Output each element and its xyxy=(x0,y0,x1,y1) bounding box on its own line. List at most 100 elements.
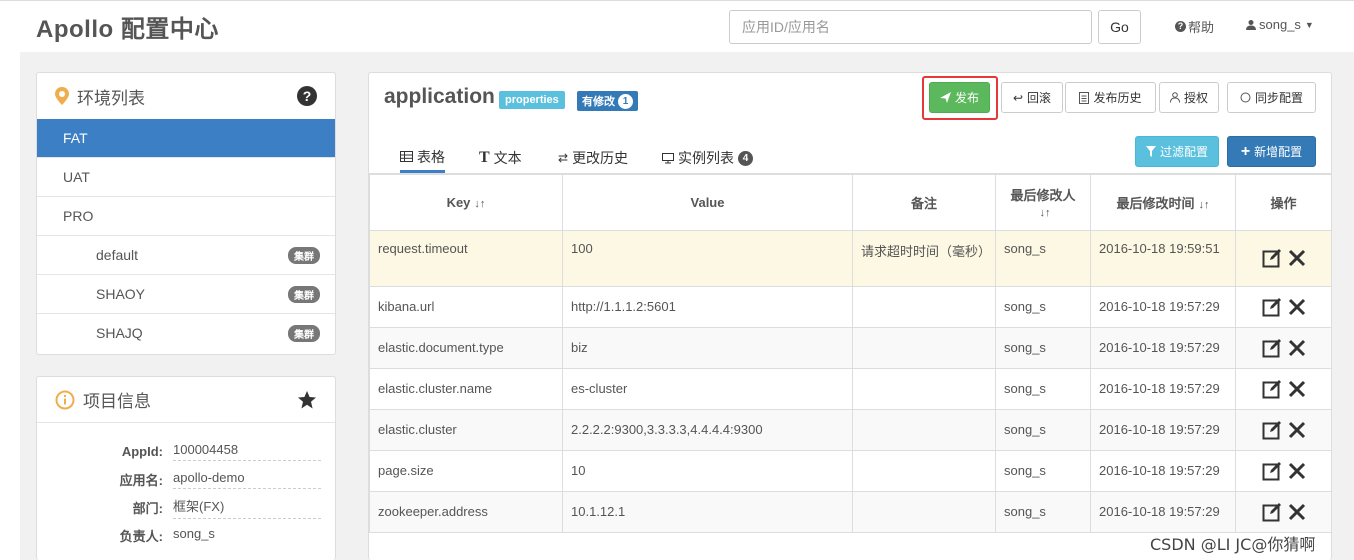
tab-instances[interactable]: 实例列表 4 xyxy=(662,143,753,173)
delete-icon[interactable] xyxy=(1288,298,1306,316)
caret-down-icon: ▼ xyxy=(1304,19,1314,30)
release-history-button[interactable]: 发布历史 xyxy=(1065,82,1156,113)
info-value: 框架(FX) xyxy=(173,496,321,519)
cluster-badge: 集群 xyxy=(288,324,320,342)
add-config-button[interactable]: + 新增配置 xyxy=(1227,136,1316,167)
tab-text[interactable]: T 文本 xyxy=(479,143,522,173)
env-item-pro[interactable]: PRO xyxy=(37,196,335,235)
modified-count-badge: 1 xyxy=(618,93,633,109)
cluster-item-shaoy[interactable]: SHAOY 集群 xyxy=(37,274,335,313)
tab-text-label: 文本 xyxy=(493,150,522,166)
edit-icon[interactable] xyxy=(1262,379,1282,399)
cell-actions xyxy=(1235,449,1332,492)
rollback-label: 回滚 xyxy=(1027,91,1052,105)
app-search-input[interactable] xyxy=(729,10,1092,44)
edit-icon[interactable] xyxy=(1262,461,1282,481)
publish-label: 发布 xyxy=(954,91,979,105)
edit-icon[interactable] xyxy=(1262,502,1282,522)
column-header-key[interactable]: Key ↓↑ xyxy=(369,173,563,231)
info-row-appname: 应用名: apollo-demo xyxy=(37,465,337,493)
tab-change-history[interactable]: ⇄ 更改历史 xyxy=(558,143,628,173)
table-icon xyxy=(400,151,413,162)
user-name: song_s xyxy=(1259,17,1301,32)
cluster-item-default[interactable]: default 集群 xyxy=(37,235,335,274)
cell-key: elastic.document.type xyxy=(369,326,563,369)
env-item-uat[interactable]: UAT xyxy=(37,157,335,196)
info-value: apollo-demo xyxy=(173,470,321,489)
delete-icon[interactable] xyxy=(1288,503,1306,521)
delete-icon[interactable] xyxy=(1288,249,1306,267)
delete-icon[interactable] xyxy=(1288,380,1306,398)
star-icon[interactable] xyxy=(297,390,317,410)
help-link[interactable]: ? 帮助 xyxy=(1175,17,1214,36)
cell-key: page.size xyxy=(369,449,563,492)
user-menu[interactable]: song_s ▼ xyxy=(1245,17,1314,32)
filter-icon xyxy=(1145,146,1156,157)
monitor-icon xyxy=(662,152,674,163)
authorize-button[interactable]: 授权 xyxy=(1159,82,1219,113)
cell-key: zookeeper.address xyxy=(369,490,563,533)
cell-comment xyxy=(852,326,996,369)
column-header-actions: 操作 xyxy=(1235,173,1332,231)
config-table: Key ↓↑ Value 备注 最后修改人 ↓↑ 最后修改时间 ↓↑ 操作 reque… xyxy=(369,173,1332,533)
column-header-modifier[interactable]: 最后修改人 ↓↑ xyxy=(995,173,1091,231)
cell-key: elastic.cluster xyxy=(369,408,563,451)
namespace-panel: application properties 有修改 1 发布 ↩ 回滚 发布历… xyxy=(368,72,1332,560)
edit-icon[interactable] xyxy=(1262,338,1282,358)
publish-button[interactable]: 发布 xyxy=(929,82,990,113)
info-label: 部门: xyxy=(132,500,163,516)
cell-key: request.timeout xyxy=(369,229,563,287)
env-item-fat[interactable]: FAT xyxy=(37,119,335,157)
info-value: song_s xyxy=(173,526,215,541)
cluster-badge: 集群 xyxy=(288,285,320,303)
cluster-item-shajq[interactable]: SHAJQ 集群 xyxy=(37,313,335,352)
refresh-icon xyxy=(1240,92,1251,103)
edit-icon[interactable] xyxy=(1262,248,1282,268)
app-logo[interactable]: Apollo 配置中心 xyxy=(36,9,219,44)
person-icon xyxy=(1169,92,1180,103)
delete-icon[interactable] xyxy=(1288,339,1306,357)
format-label: properties xyxy=(499,91,565,109)
table-row: elastic.cluster.name es-cluster song_s 2016… xyxy=(369,367,1332,410)
delete-icon[interactable] xyxy=(1288,421,1306,439)
info-row-appid: AppId: 100004458 xyxy=(37,437,337,465)
sync-config-button[interactable]: 同步配置 xyxy=(1227,82,1316,113)
cell-comment xyxy=(852,408,996,451)
edit-icon[interactable] xyxy=(1262,297,1282,317)
cell-value: es-cluster xyxy=(562,367,853,410)
cell-modifier: song_s xyxy=(995,490,1091,533)
column-header-time[interactable]: 最后修改时间 ↓↑ xyxy=(1090,173,1236,231)
map-marker-icon xyxy=(55,87,69,105)
cell-time: 2016-10-18 19:57:29 xyxy=(1090,490,1236,533)
tab-change-history-label: 更改历史 xyxy=(572,150,629,166)
edit-icon[interactable] xyxy=(1262,420,1282,440)
cell-value: 2.2.2.2:9300,3.3.3.3,4.4.4.4:9300 xyxy=(562,408,853,451)
authorize-label: 授权 xyxy=(1183,91,1208,105)
delete-icon[interactable] xyxy=(1288,462,1306,480)
top-navbar: Apollo 配置中心 Go ? 帮助 song_s ▼ xyxy=(0,0,1354,50)
tab-table[interactable]: 表格 xyxy=(400,143,445,173)
cell-modifier: song_s xyxy=(995,326,1091,369)
cell-comment xyxy=(852,490,996,533)
info-label: 应用名: xyxy=(119,472,163,488)
rollback-button[interactable]: ↩ 回滚 xyxy=(1001,82,1063,113)
watermark: CSDN @LI JC@你猜啊 xyxy=(1150,535,1316,554)
sort-icon: ↓↑ xyxy=(1039,207,1051,220)
table-row: elastic.document.type biz song_s 2016-10-18… xyxy=(369,326,1332,369)
cluster-name: SHAJQ xyxy=(96,325,143,341)
info-row-owner: 负责人: song_s xyxy=(37,521,337,549)
env-list-header: 环境列表 ? xyxy=(37,73,335,119)
cell-modifier: song_s xyxy=(995,367,1091,410)
cell-actions xyxy=(1235,490,1332,533)
project-info-panel: 项目信息 AppId: 100004458 应用名: apollo-demo 部… xyxy=(36,376,336,560)
help-circle-icon[interactable]: ? xyxy=(297,86,317,106)
column-header-comment: 备注 xyxy=(852,173,996,231)
filter-config-button[interactable]: 过滤配置 xyxy=(1135,136,1219,167)
namespace-title: application xyxy=(384,85,495,108)
go-button[interactable]: Go xyxy=(1098,10,1141,44)
cell-modifier: song_s xyxy=(995,449,1091,492)
instances-count-badge: 4 xyxy=(738,150,753,166)
info-label: 负责人: xyxy=(119,528,163,544)
project-info-title: 项目信息 xyxy=(83,392,151,411)
table-row: page.size 10 song_s 2016-10-18 19:57:29 xyxy=(369,449,1332,492)
